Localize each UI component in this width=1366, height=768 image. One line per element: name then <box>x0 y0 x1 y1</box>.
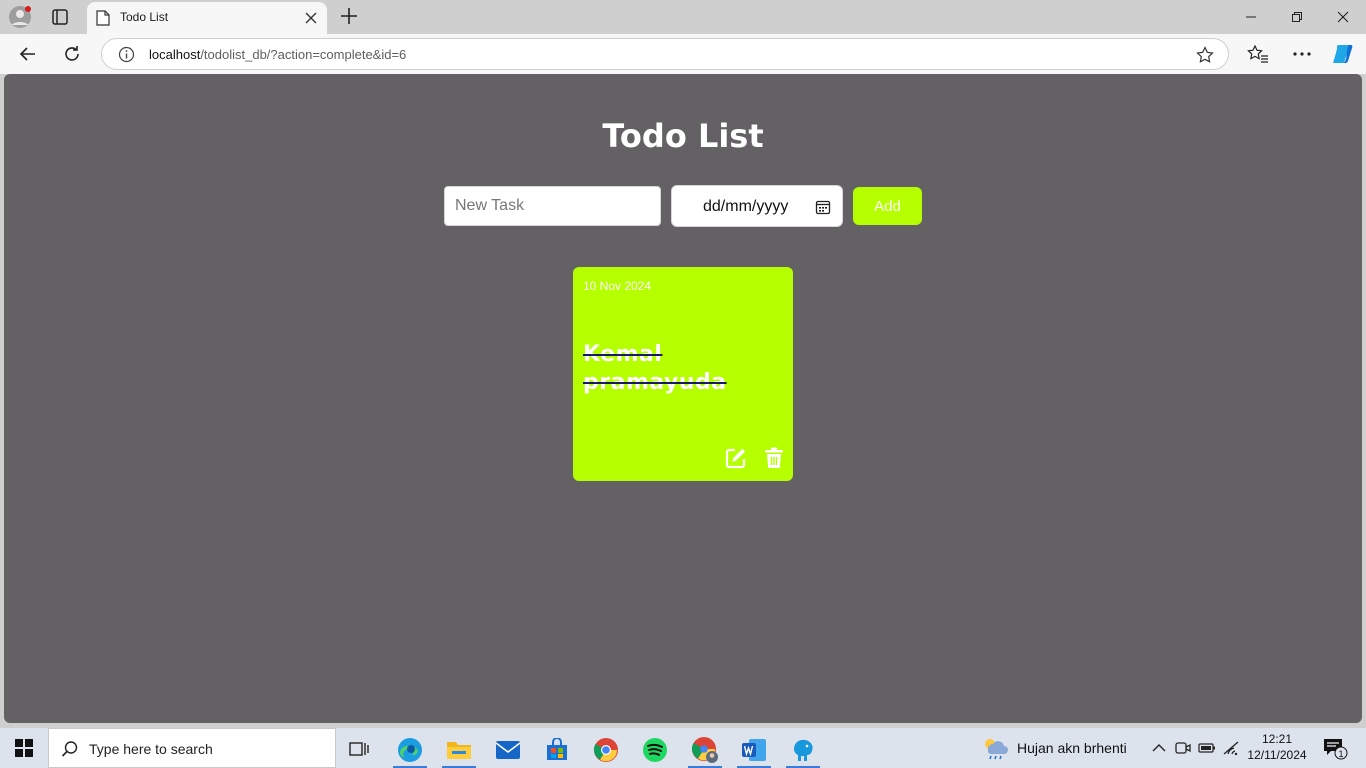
active-tab[interactable]: Todo List <box>87 2 327 34</box>
edge-icon[interactable] <box>391 732 429 768</box>
todo-card: 10 Nov 2024 Kemal pramayuda <box>573 267 793 481</box>
todo-text[interactable]: Kemal pramayuda <box>583 341 783 397</box>
page-icon <box>96 10 110 26</box>
date-placeholder: dd/mm/yyyy <box>703 198 789 215</box>
notification-icon[interactable]: 1 <box>1322 736 1348 760</box>
taskbar-search[interactable]: Type here to search <box>48 728 336 768</box>
taskbar: Type here to search Hujan akn brhenti 12… <box>0 728 1366 768</box>
copilot-icon[interactable] <box>1331 42 1355 66</box>
tab-strip: Todo List <box>0 0 1366 34</box>
notification-count: 1 <box>1338 749 1343 759</box>
store-icon[interactable] <box>538 732 576 768</box>
page-title: Todo List <box>602 117 764 155</box>
tab-actions-icon[interactable] <box>48 5 72 29</box>
search-placeholder: Type here to search <box>89 741 213 757</box>
restore-icon[interactable] <box>1274 0 1320 34</box>
more-icon[interactable] <box>1290 42 1314 66</box>
due-date-input[interactable]: dd/mm/yyyy <box>671 185 843 227</box>
url-text[interactable]: localhost/todolist_db/?action=complete&i… <box>149 47 406 62</box>
star-icon[interactable] <box>1196 46 1214 64</box>
weather-text[interactable]: Hujan akn brhenti <box>1017 740 1127 756</box>
word-icon[interactable] <box>735 732 773 768</box>
todo-page: Todo List dd/mm/yyyy Add 10 Nov 2024 Kem… <box>4 74 1362 723</box>
new-tab-icon[interactable] <box>338 5 360 27</box>
reload-icon[interactable] <box>60 42 84 66</box>
trash-icon[interactable] <box>764 447 784 469</box>
close-window-icon[interactable] <box>1320 0 1366 34</box>
minimize-icon[interactable] <box>1228 0 1274 34</box>
search-icon <box>61 740 79 758</box>
profile-icon[interactable] <box>8 5 32 29</box>
favorites-icon[interactable] <box>1246 42 1270 66</box>
chrome-profile-icon[interactable] <box>686 732 724 768</box>
mysql-workbench-icon[interactable] <box>784 732 822 768</box>
close-tab-icon[interactable] <box>303 10 319 26</box>
weather-rain-icon[interactable] <box>982 736 1008 760</box>
mail-icon[interactable] <box>489 732 527 768</box>
add-task-button[interactable]: Add <box>853 187 922 225</box>
edit-icon[interactable] <box>725 447 747 469</box>
address-bar-row: localhost/todolist_db/?action=complete&i… <box>0 34 1366 74</box>
battery-icon[interactable] <box>1197 738 1217 758</box>
todo-date: 10 Nov 2024 <box>583 279 652 293</box>
chrome-icon[interactable] <box>587 732 625 768</box>
calendar-icon[interactable] <box>815 199 831 215</box>
spotify-icon[interactable] <box>636 732 674 768</box>
file-explorer-icon[interactable] <box>440 732 478 768</box>
tab-title: Todo List <box>120 10 169 24</box>
task-view-icon[interactable] <box>340 732 378 768</box>
clock-date: 12/11/2024 <box>1247 748 1307 762</box>
back-icon[interactable] <box>16 42 40 66</box>
clock-time: 12:21 <box>1261 732 1293 746</box>
wifi-icon[interactable] <box>1221 738 1241 758</box>
chevron-up-icon[interactable] <box>1149 738 1169 758</box>
info-icon[interactable] <box>118 46 135 63</box>
meet-now-icon[interactable] <box>1173 738 1193 758</box>
windows-start-icon[interactable] <box>0 728 48 768</box>
system-clock[interactable]: 12:21 12/11/2024 <box>1240 731 1314 763</box>
new-task-input[interactable] <box>444 186 661 226</box>
address-bar[interactable]: localhost/todolist_db/?action=complete&i… <box>101 38 1229 70</box>
